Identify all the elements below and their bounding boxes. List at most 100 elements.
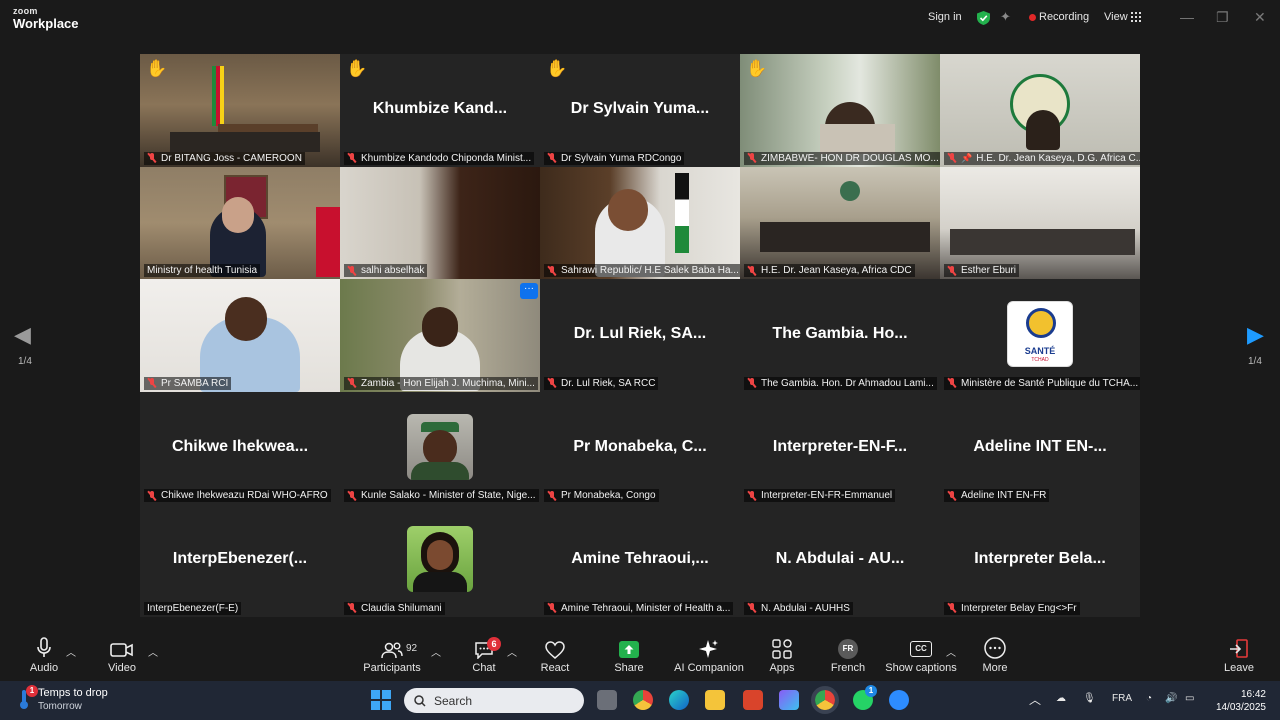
battery-icon[interactable]: ▭ (1185, 693, 1194, 704)
onedrive-icon[interactable]: ☁ (1056, 693, 1066, 704)
participant-tile[interactable]: Kunle Salako - Minister of State, Nige..… (340, 391, 540, 505)
close-window-button[interactable]: ✕ (1254, 9, 1266, 26)
audio-options-caret-icon[interactable]: ︿ (66, 644, 76, 659)
wps-office-icon[interactable] (743, 690, 763, 710)
security-shield-icon[interactable] (977, 11, 990, 25)
desk (170, 132, 320, 152)
participant-name-label: The Gambia. Hon. Dr Ahmadou Lami... (744, 376, 937, 390)
minimize-window-button[interactable]: — (1180, 9, 1194, 25)
mic-muted-icon (747, 378, 757, 388)
participant-tile[interactable]: ··· Zambia - Hon Elijah J. Muchima, Mini… (340, 279, 540, 392)
windows-start-icon[interactable] (371, 690, 391, 710)
interpretation-french-button[interactable]: FR French (830, 631, 866, 681)
participant-tile[interactable]: The Gambia. Ho... The Gambia. Hon. Dr Ah… (740, 279, 940, 392)
ai-sparkle-icon[interactable]: ✦ (1000, 9, 1011, 25)
video-feed (340, 166, 540, 280)
participant-name: Chikwe Ihekweazu RDai WHO-AFRO (161, 490, 328, 502)
previous-page-arrow-icon[interactable]: ◀ (14, 322, 31, 348)
participant-tile[interactable]: Amine Tehraoui,... Amine Tehraoui, Minis… (540, 504, 740, 617)
more-button[interactable]: More (978, 631, 1012, 681)
share-button[interactable]: Share (612, 631, 646, 681)
participant-name: salhi abselhak (361, 265, 425, 277)
captions-options-caret-icon[interactable]: ︿ (946, 644, 956, 659)
meeting-table (950, 228, 1135, 255)
participant-tile[interactable]: ✋ ZIMBABWE- HON DR DOUGLAS MO... (740, 54, 940, 167)
recording-indicator[interactable]: Recording (1039, 11, 1089, 23)
participant-tile[interactable]: Adeline INT EN-... Adeline INT EN-FR (940, 391, 1140, 505)
video-button[interactable]: Video (106, 631, 138, 681)
participant-display-name: Adeline INT EN-... (973, 437, 1107, 455)
participant-tile[interactable]: N. Abdulai - AU... N. Abdulai - AUHHS (740, 504, 940, 617)
audio-button[interactable]: Audio (28, 631, 60, 681)
photos-app-icon[interactable] (779, 690, 799, 710)
participant-tile[interactable]: Esther Eburi (940, 166, 1140, 280)
participant-tile[interactable]: Pr Monabeka, C... Pr Monabeka, Congo (540, 391, 740, 505)
person-face (608, 188, 648, 231)
input-language-indicator[interactable]: FRA (1112, 693, 1132, 704)
participant-tile[interactable]: ✋ Khumbize Kand... Khumbize Kandodo Chip… (340, 54, 540, 167)
participant-name-label: 📌 H.E. Dr. Jean Kaseya, D.G. Africa C... (944, 151, 1140, 165)
participant-tile[interactable]: Interpreter Bela... Interpreter Belay En… (940, 504, 1140, 617)
avatar-clothing (411, 461, 469, 480)
view-button[interactable]: View (1104, 11, 1128, 23)
react-label: React (540, 662, 570, 674)
participants-options-caret-icon[interactable]: ︿ (431, 644, 441, 659)
participant-tile[interactable]: Chikwe Ihekwea... Chikwe Ihekweazu RDai … (140, 391, 340, 505)
react-button[interactable]: React (538, 631, 572, 681)
system-clock[interactable]: 16:42 14/03/2025 (1210, 688, 1266, 714)
participant-tile[interactable]: Sahrawi Republic/ H.E Salek Baba Ha... (540, 166, 740, 280)
leave-button[interactable]: Leave (1222, 631, 1256, 681)
microphone-tray-icon[interactable]: 🎙 (1083, 693, 1096, 704)
participant-tile[interactable]: Interpreter-EN-F... Interpreter-EN-FR-Em… (740, 391, 940, 505)
tile-options-button[interactable]: ··· (520, 283, 538, 300)
participant-tile[interactable]: ✋ Dr BITANG Joss - CAMEROON (140, 54, 340, 167)
participant-tile[interactable]: 📌 H.E. Dr. Jean Kaseya, D.G. Africa C... (940, 54, 1140, 167)
file-explorer-icon[interactable] (705, 690, 725, 710)
share-label: Share (614, 662, 644, 674)
participant-name: Pr SAMBA RCI (161, 377, 229, 389)
video-options-caret-icon[interactable]: ︿ (148, 644, 158, 659)
chrome-icon[interactable] (633, 690, 653, 710)
participant-tile[interactable]: Claudia Shilumani (340, 504, 540, 617)
participant-name-label: ZIMBABWE- HON DR DOUGLAS MO... (744, 151, 940, 165)
participant-name: Interpreter-EN-FR-Emmanuel (761, 490, 893, 502)
person-shirt (820, 124, 895, 154)
mic-muted-icon (947, 265, 957, 276)
taskbar-search-box[interactable]: Search (404, 688, 584, 713)
ai-companion-button[interactable]: AI Companion (674, 631, 744, 681)
participant-tile[interactable]: InterpEbenezer(... InterpEbenezer(F-E) (140, 504, 340, 617)
participant-tile[interactable]: SANTÉ TCHAD Ministère de Santé Publique … (940, 279, 1140, 392)
edge-browser-icon[interactable] (669, 690, 689, 710)
participant-name: InterpEbenezer(F-E) (147, 602, 239, 614)
participant-tile[interactable]: Pr SAMBA RCI (140, 279, 340, 392)
volume-icon[interactable]: 🔊 (1165, 693, 1177, 704)
task-view-icon[interactable] (597, 690, 617, 710)
chat-options-caret-icon[interactable]: ︿ (507, 644, 517, 659)
clock-date: 14/03/2025 (1215, 702, 1266, 713)
apps-button[interactable]: Apps (766, 631, 798, 681)
wifi-icon[interactable]: ◔ (1146, 693, 1152, 704)
mic-muted-icon (347, 153, 357, 163)
participant-tile[interactable]: Dr. Lul Riek, SA... Dr. Lul Riek, SA RCC (540, 279, 740, 392)
participant-tile[interactable]: salhi abselhak (340, 166, 540, 280)
participants-button[interactable]: Participants (362, 631, 422, 681)
zoom-app-icon[interactable] (889, 690, 909, 710)
chrome-active-icon[interactable] (811, 686, 839, 714)
participant-display-name: The Gambia. Ho... (772, 325, 908, 343)
participant-tile[interactable]: ✋ Dr Sylvain Yuma... Dr Sylvain Yuma RDC… (540, 54, 740, 167)
participant-display-name: Dr Sylvain Yuma... (570, 100, 710, 117)
participant-tile[interactable]: H.E. Dr. Jean Kaseya, Africa CDC (740, 166, 940, 280)
participant-display-name: Interpreter Bela... (974, 550, 1106, 568)
page-indicator-right: 1/4 (1248, 356, 1262, 367)
gallery-grid-icon[interactable] (1131, 12, 1141, 22)
next-page-arrow-icon[interactable]: ▶ (1247, 322, 1264, 348)
show-hidden-icons-chevron-icon[interactable]: ︿ (1029, 691, 1041, 708)
participant-name: Ministry of health Tunisia (147, 265, 258, 277)
participant-tile-active-speaker[interactable]: Ministry of health Tunisia (140, 166, 340, 280)
restore-window-button[interactable]: ❐ (1216, 9, 1229, 26)
mic-muted-icon (347, 603, 357, 613)
participant-name: N. Abdulai - AUHHS (761, 602, 850, 614)
person-face (222, 196, 254, 233)
participant-name-label: Ministry of health Tunisia (144, 264, 261, 278)
sign-in-link[interactable]: Sign in (928, 11, 962, 23)
